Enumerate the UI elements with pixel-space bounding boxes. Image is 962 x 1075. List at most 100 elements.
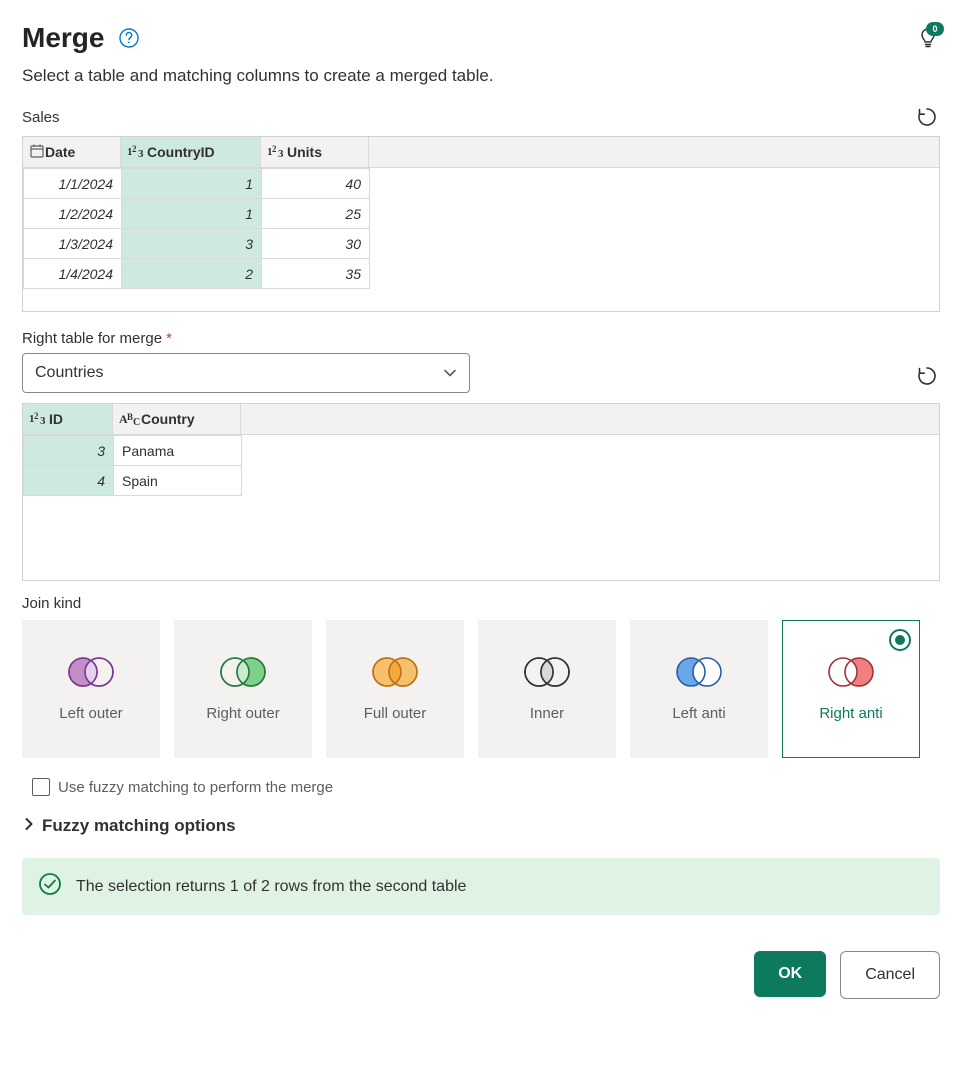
column-header-label: Date (45, 144, 75, 160)
column-header-label: ID (49, 411, 63, 427)
svg-text:2: 2 (272, 144, 277, 154)
joinkind-label-text: Left anti (672, 705, 725, 723)
table-row[interactable]: 1/3/2024 3 30 (24, 229, 370, 259)
selected-radio-icon (889, 629, 911, 651)
cell: 1/4/2024 (24, 259, 122, 289)
venn-right-outer-icon (217, 655, 269, 689)
right-table-header: 123 ID ABC Country (23, 404, 939, 435)
right-table-select[interactable]: Countries (22, 353, 470, 393)
table-row[interactable]: 1/2/2024 1 25 (24, 199, 370, 229)
left-table-header-row: Sales (22, 104, 940, 130)
cell: Panama (114, 436, 242, 466)
cell: 35 (262, 259, 370, 289)
number-type-icon: 123 (267, 144, 287, 161)
table-row[interactable]: 1/1/2024 1 40 (24, 169, 370, 199)
right-table-selected-value: Countries (35, 364, 103, 382)
joinkind-label-text: Full outer (364, 705, 427, 723)
joinkind-full-outer[interactable]: Full outer (326, 620, 464, 758)
column-header-date[interactable]: Date (23, 137, 121, 167)
joinkind-options: Left outer Right outer Full outer (22, 620, 940, 758)
joinkind-left-anti[interactable]: Left anti (630, 620, 768, 758)
right-table-label: Right table for merge* (22, 330, 940, 347)
cell: 1/1/2024 (24, 169, 122, 199)
right-table-label-text: Right table for merge (22, 330, 162, 347)
help-icon[interactable] (118, 27, 140, 49)
table-row[interactable]: 1/4/2024 2 35 (24, 259, 370, 289)
refresh-left-table-button[interactable] (914, 104, 940, 130)
merge-dialog: Merge 0 Select a table and matching colu… (0, 0, 962, 1033)
success-check-icon (38, 872, 62, 901)
ok-button[interactable]: OK (754, 951, 826, 997)
venn-left-anti-icon (673, 655, 725, 689)
selection-info-text: The selection returns 1 of 2 rows from t… (76, 878, 466, 896)
column-header-label: Units (287, 144, 322, 160)
ok-button-label: OK (778, 965, 802, 983)
selection-info-banner: The selection returns 1 of 2 rows from t… (22, 858, 940, 915)
dialog-header: Merge 0 (22, 22, 940, 54)
right-table-select-row: Countries (22, 353, 940, 399)
chevron-down-icon (443, 366, 457, 380)
left-table-preview: Date 123 CountryID 123 Units 1/1/2024 1 (22, 136, 940, 312)
cell: 1 (122, 169, 262, 199)
table-row[interactable]: 3 Panama (24, 436, 242, 466)
dialog-footer: OK Cancel (22, 951, 940, 999)
fuzzy-checkbox[interactable] (32, 778, 50, 796)
refresh-right-table-button[interactable] (914, 363, 940, 389)
required-indicator: * (166, 330, 172, 347)
number-type-icon: 123 (29, 411, 49, 428)
joinkind-label-text: Inner (530, 705, 564, 723)
joinkind-left-outer[interactable]: Left outer (22, 620, 160, 758)
column-header-label: CountryID (147, 144, 215, 160)
cell: 1 (122, 199, 262, 229)
svg-text:2: 2 (132, 144, 137, 154)
fuzzy-checkbox-label: Use fuzzy matching to perform the merge (58, 779, 333, 796)
cell: 2 (122, 259, 262, 289)
joinkind-label: Join kind (22, 595, 940, 612)
cell: 25 (262, 199, 370, 229)
text-type-icon: ABC (119, 411, 141, 428)
cell: 1/2/2024 (24, 199, 122, 229)
title-wrap: Merge (22, 22, 140, 54)
venn-full-outer-icon (369, 655, 421, 689)
date-type-icon (29, 143, 45, 162)
cell: 30 (262, 229, 370, 259)
svg-text:2: 2 (34, 411, 39, 421)
svg-text:3: 3 (278, 148, 284, 158)
left-table-rows: 1/1/2024 1 40 1/2/2024 1 25 1/3/2024 3 3… (23, 168, 370, 289)
table-row[interactable]: 4 Spain (24, 466, 242, 496)
column-header-countryid[interactable]: 123 CountryID (121, 137, 261, 167)
header-filler (369, 137, 939, 167)
venn-inner-icon (521, 655, 573, 689)
fuzzy-options-label: Fuzzy matching options (42, 816, 236, 836)
cell: 40 (262, 169, 370, 199)
fuzzy-options-expander[interactable]: Fuzzy matching options (22, 816, 940, 836)
chevron-right-icon (22, 816, 36, 836)
venn-left-outer-icon (65, 655, 117, 689)
fuzzy-checkbox-row[interactable]: Use fuzzy matching to perform the merge (22, 778, 940, 796)
ideas-button[interactable]: 0 (916, 26, 940, 50)
svg-text:3: 3 (138, 148, 144, 158)
cell: Spain (114, 466, 242, 496)
header-filler (241, 404, 939, 434)
column-header-units[interactable]: 123 Units (261, 137, 369, 167)
number-type-icon: 123 (127, 144, 147, 161)
joinkind-right-outer[interactable]: Right outer (174, 620, 312, 758)
dialog-title: Merge (22, 22, 104, 54)
cancel-button[interactable]: Cancel (840, 951, 940, 999)
column-header-id[interactable]: 123 ID (23, 404, 113, 434)
joinkind-inner[interactable]: Inner (478, 620, 616, 758)
joinkind-label-text: Left outer (59, 705, 122, 723)
right-table-rows: 3 Panama 4 Spain (23, 435, 242, 496)
svg-text:C: C (133, 417, 140, 425)
column-header-country[interactable]: ABC Country (113, 404, 241, 434)
left-table-header: Date 123 CountryID 123 Units (23, 137, 939, 168)
svg-text:3: 3 (40, 415, 46, 425)
ideas-badge: 0 (926, 22, 944, 36)
dialog-subtitle: Select a table and matching columns to c… (22, 66, 940, 86)
left-table-name: Sales (22, 109, 60, 126)
cancel-button-label: Cancel (865, 966, 915, 984)
cell: 3 (24, 436, 114, 466)
column-header-label: Country (141, 411, 195, 427)
venn-right-anti-icon (825, 655, 877, 689)
joinkind-right-anti[interactable]: Right anti (782, 620, 920, 758)
